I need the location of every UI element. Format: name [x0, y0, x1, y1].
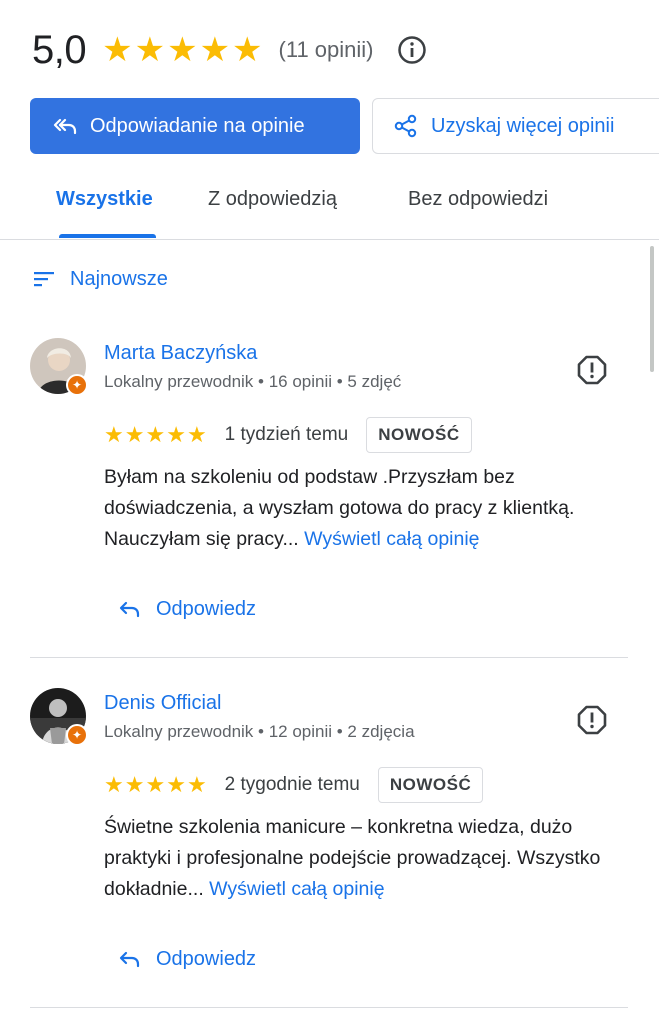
reply-button[interactable]: Odpowiedz: [118, 594, 256, 624]
star-icon: ★: [232, 31, 263, 69]
star-icon: ★: [134, 31, 166, 69]
reviews-page: 5,0 ★ ★ ★ ★ ★ (11 opinii) Odpowiadanie n…: [0, 0, 659, 1024]
review-author-meta: Lokalny przewodnik • 12 opinii • 2 zdjęc…: [104, 722, 415, 741]
rating-summary: 5,0 ★ ★ ★ ★ ★ (11 opinii): [32, 22, 428, 78]
reply-to-reviews-button[interactable]: Odpowiadanie na opinie: [30, 98, 360, 154]
sort-label: Najnowsze: [70, 267, 168, 290]
star-icon: ★: [104, 422, 124, 447]
star-icon: ★: [124, 772, 145, 797]
review-stars: ★ ★ ★ ★ ★: [104, 424, 207, 446]
review-author-meta: Lokalny przewodnik • 16 opinii • 5 zdjęć: [104, 372, 402, 391]
star-icon: ★: [166, 422, 186, 447]
review-divider: [30, 1007, 628, 1008]
tab-all[interactable]: Wszystkie: [56, 188, 153, 211]
review-divider: [30, 657, 628, 658]
review-rating-row: ★ ★ ★ ★ ★ 1 tydzień temu NOWOŚĆ: [104, 416, 472, 454]
tab-with-reply[interactable]: Z odpowiedzią: [208, 188, 337, 211]
star-icon: ★: [186, 422, 207, 447]
get-more-reviews-button[interactable]: Uzyskaj więcej opinii: [372, 98, 659, 154]
review-text: Byłam na szkoleniu od podstaw .Przyszłam…: [104, 462, 634, 555]
star-icon: ★: [167, 31, 198, 69]
star-icon: ★: [102, 31, 133, 69]
show-full-review-link[interactable]: Wyświetl całą opinię: [304, 528, 479, 550]
star-icon: ★: [124, 422, 145, 447]
scrollbar[interactable]: [650, 246, 654, 372]
show-full-review-link[interactable]: Wyświetl całą opinię: [209, 878, 384, 900]
get-more-reviews-label: Uzyskaj więcej opinii: [431, 114, 615, 137]
rating-stars: ★ ★ ★ ★ ★: [102, 33, 262, 67]
review-author[interactable]: Marta Baczyńska: [104, 342, 257, 365]
reply-icon: [118, 947, 142, 971]
star-icon: ★: [199, 31, 231, 69]
reply-all-icon: [52, 113, 78, 139]
sort-icon: [32, 267, 56, 291]
star-icon: ★: [145, 772, 166, 797]
review-time: 1 tydzień temu: [224, 424, 349, 445]
local-guide-badge-icon: ✦: [66, 374, 88, 396]
review-text: Świetne szkolenia manicure – konkretna w…: [104, 812, 634, 905]
review-time: 2 tygodnie temu: [224, 774, 360, 795]
report-flag-icon[interactable]: [576, 704, 608, 736]
star-icon: ★: [104, 772, 124, 797]
report-flag-icon[interactable]: [576, 354, 608, 386]
star-icon: ★: [166, 772, 186, 797]
star-icon: ★: [186, 772, 207, 797]
active-tab-indicator: [59, 234, 156, 238]
new-badge: NOWOŚĆ: [366, 417, 472, 453]
reply-label: Odpowiedz: [156, 947, 257, 970]
reply-label: Odpowiedz: [156, 597, 257, 620]
review-author[interactable]: Denis Official: [104, 692, 221, 715]
reply-to-reviews-label: Odpowiadanie na opinie: [90, 114, 305, 137]
local-guide-badge-icon: ✦: [66, 724, 88, 746]
new-badge: NOWOŚĆ: [377, 767, 484, 803]
action-buttons: Odpowiadanie na opinie Uzyskaj więcej op…: [30, 98, 659, 154]
avatar[interactable]: ✦: [30, 338, 88, 396]
average-rating: 5,0: [32, 27, 87, 72]
review-stars: ★ ★ ★ ★ ★: [104, 774, 207, 796]
review-tabs: Wszystkie Z odpowiedzią Bez odpowiedzi: [0, 168, 659, 240]
avatar[interactable]: ✦: [30, 688, 88, 746]
reply-button[interactable]: Odpowiedz: [118, 944, 256, 974]
reply-icon: [118, 597, 142, 621]
tab-without-reply[interactable]: Bez odpowiedzi: [408, 188, 548, 211]
sort-selector[interactable]: Najnowsze: [32, 264, 168, 294]
share-icon: [393, 113, 419, 139]
info-icon[interactable]: [396, 34, 428, 66]
review-rating-row: ★ ★ ★ ★ ★ 2 tygodnie temu NOWOŚĆ: [104, 766, 484, 804]
star-icon: ★: [145, 422, 166, 447]
review-count: (11 opinii): [278, 37, 374, 62]
